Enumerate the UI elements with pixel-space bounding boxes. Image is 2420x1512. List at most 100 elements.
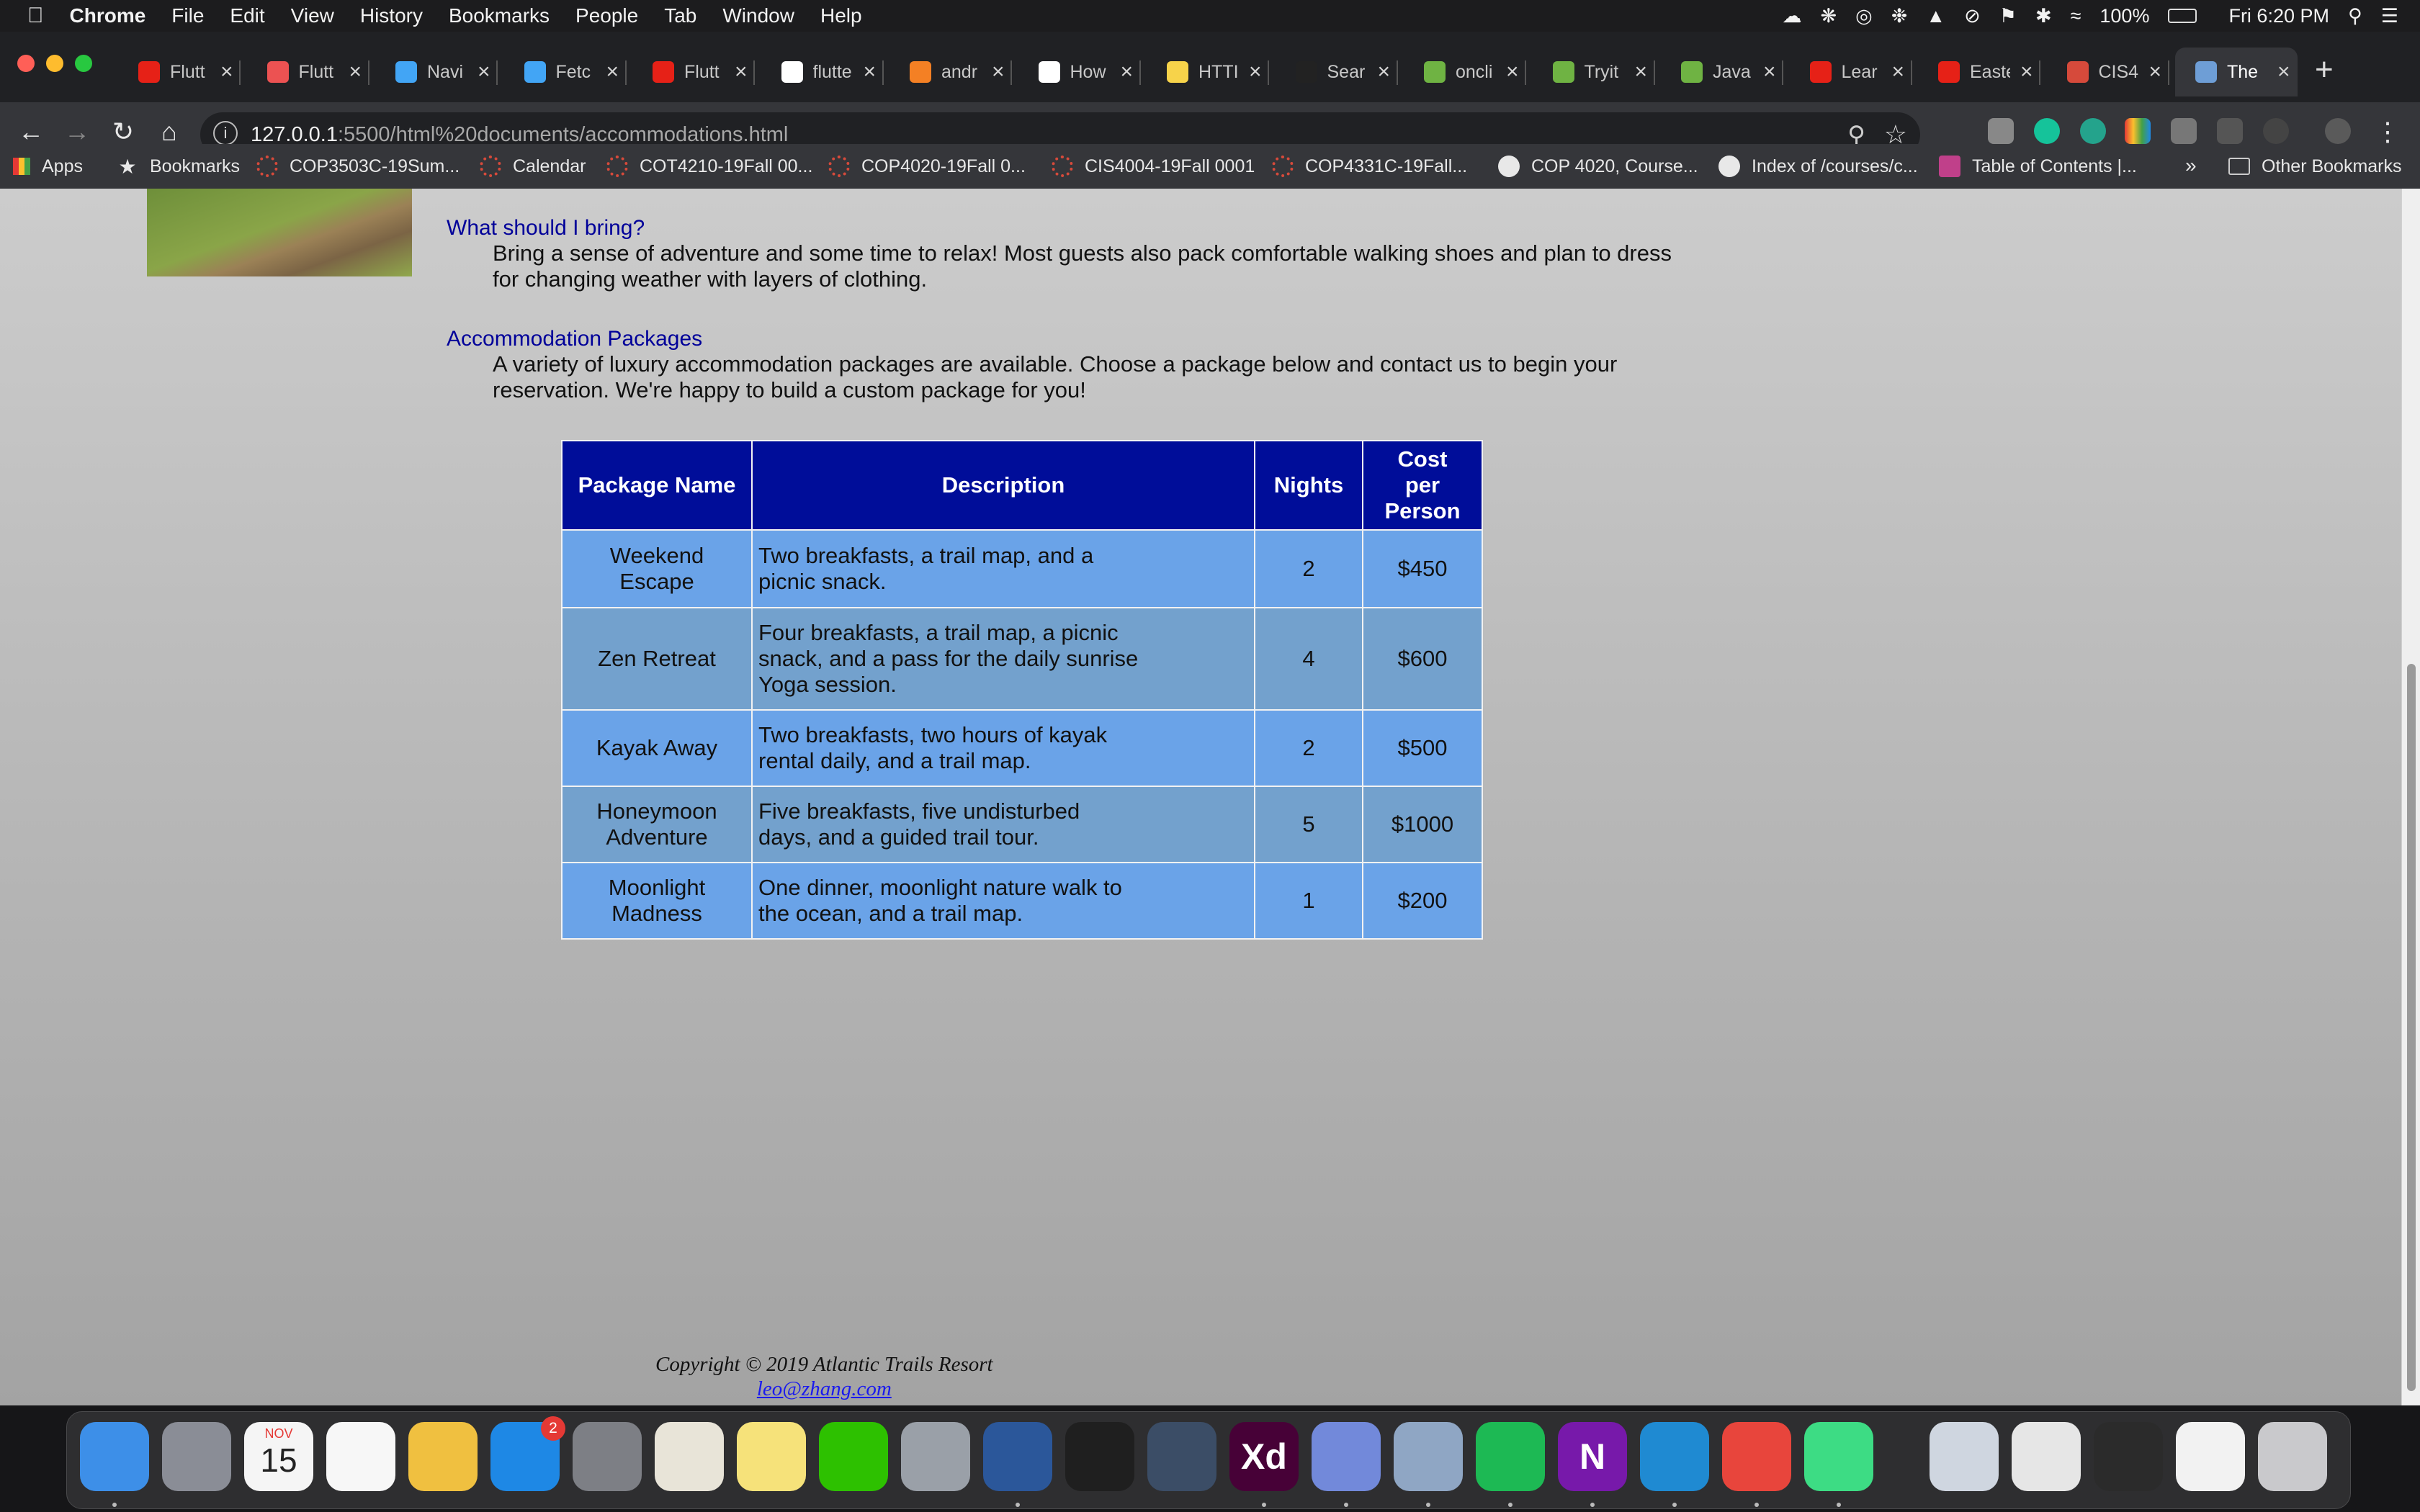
- browser-tab[interactable]: Fetc ×: [504, 48, 627, 96]
- close-tab-icon[interactable]: ×: [2277, 60, 2290, 84]
- settings-status-icon[interactable]: ❉: [1891, 5, 1908, 27]
- scrollbar-thumb[interactable]: [2407, 664, 2416, 1391]
- close-tab-icon[interactable]: ×: [1635, 60, 1648, 84]
- bookmark-item[interactable]: COP4331C-19Fall...: [1272, 144, 1467, 189]
- preview-icon[interactable]: [901, 1422, 970, 1491]
- bookmark-item[interactable]: COP3503C-19Sum...: [256, 144, 460, 189]
- extension-icon[interactable]: [1988, 118, 2014, 144]
- home-icon[interactable]: ⌂: [151, 117, 187, 147]
- close-tab-icon[interactable]: ×: [220, 60, 233, 84]
- browser-tab[interactable]: Flutt ×: [247, 48, 369, 96]
- site-info-icon[interactable]: i: [213, 121, 238, 145]
- system-preferences-icon[interactable]: [573, 1422, 642, 1491]
- grammarly-icon[interactable]: [2034, 118, 2060, 144]
- browser-tab[interactable]: Sear ×: [1276, 48, 1398, 96]
- window-thumbnail-icon[interactable]: [1930, 1422, 1999, 1491]
- profile-icon[interactable]: [2325, 118, 2351, 144]
- onenote-icon[interactable]: N: [1558, 1422, 1627, 1491]
- photos-icon[interactable]: [408, 1422, 478, 1491]
- menu-app-name[interactable]: Chrome: [70, 4, 146, 27]
- close-tab-icon[interactable]: ×: [992, 60, 1005, 84]
- discord-icon[interactable]: [1312, 1422, 1381, 1491]
- browser-tab[interactable]: oncli ×: [1404, 48, 1526, 96]
- new-tab-button[interactable]: +: [2315, 52, 2334, 88]
- chrome-menu-icon[interactable]: ⋮: [2370, 117, 2406, 147]
- close-window-button[interactable]: [17, 55, 35, 72]
- chrome-icon[interactable]: [1722, 1422, 1791, 1491]
- battery-percent[interactable]: 100%: [2099, 5, 2149, 27]
- browser-tab[interactable]: Flutt ×: [632, 48, 755, 96]
- bookmark-item[interactable]: COP 4020, Course...: [1498, 144, 1698, 189]
- menu-view[interactable]: View: [291, 4, 334, 27]
- email-link[interactable]: leo@zhang.com: [655, 1377, 993, 1401]
- browser-tab[interactable]: HTTI ×: [1147, 48, 1269, 96]
- cloud-upload-icon[interactable]: ☁: [1783, 5, 1802, 27]
- zoom-window-button[interactable]: [75, 55, 92, 72]
- close-tab-icon[interactable]: ×: [349, 60, 362, 84]
- bookmark-item[interactable]: Index of /courses/c...: [1718, 144, 1918, 189]
- window-thumbnail-icon[interactable]: [2176, 1422, 2245, 1491]
- menu-history[interactable]: History: [360, 4, 423, 27]
- finder-icon[interactable]: [80, 1422, 149, 1491]
- browser-tab[interactable]: Tryit ×: [1533, 48, 1655, 96]
- wechat-icon[interactable]: [819, 1422, 888, 1491]
- app-store-icon[interactable]: 2: [490, 1416, 565, 1491]
- window-thumbnail-icon[interactable]: [2012, 1422, 2081, 1491]
- quicktime-icon[interactable]: [1147, 1422, 1216, 1491]
- apple-icon[interactable]: : [27, 4, 44, 28]
- calendar-icon[interactable]: NOV 15: [244, 1422, 313, 1491]
- bookmark-item[interactable]: COP4020-19Fall 0...: [828, 144, 1026, 189]
- browser-tab[interactable]: The ×: [2175, 48, 2298, 96]
- close-tab-icon[interactable]: ×: [735, 60, 748, 84]
- browser-tab[interactable]: andr ×: [889, 48, 1012, 96]
- bookmark-item[interactable]: Calendar: [480, 144, 586, 189]
- textedit-icon[interactable]: [655, 1422, 724, 1491]
- wappalyzer-icon[interactable]: [2217, 118, 2243, 144]
- spotify-icon[interactable]: [1476, 1422, 1545, 1491]
- close-tab-icon[interactable]: ×: [1378, 60, 1391, 84]
- minimize-window-button[interactable]: [46, 55, 63, 72]
- word-icon[interactable]: [983, 1422, 1052, 1491]
- terminal-icon[interactable]: [1065, 1422, 1134, 1491]
- bookmark-item[interactable]: Apps: [13, 144, 83, 189]
- browser-tab[interactable]: CIS4 ×: [2047, 48, 2169, 96]
- stickies-icon[interactable]: [737, 1422, 806, 1491]
- reminders-icon[interactable]: [326, 1422, 395, 1491]
- spotlight-search-icon[interactable]: ⚲: [2348, 5, 2362, 27]
- close-tab-icon[interactable]: ×: [1892, 60, 1905, 84]
- launchpad-icon[interactable]: [162, 1422, 231, 1491]
- browser-tab[interactable]: How ×: [1018, 48, 1141, 96]
- react-devtools-icon[interactable]: [2263, 118, 2289, 144]
- menu-help[interactable]: Help: [820, 4, 862, 27]
- pinwheel-icon[interactable]: ❋: [1821, 5, 1837, 27]
- forward-arrow-icon[interactable]: →: [59, 117, 95, 147]
- window-thumbnail-icon[interactable]: [2094, 1422, 2163, 1491]
- browser-tab[interactable]: flutte ×: [761, 48, 884, 96]
- creative-cloud-icon[interactable]: ◎: [1855, 5, 1873, 27]
- bookmarks-overflow-button[interactable]: »: [2185, 154, 2197, 177]
- close-tab-icon[interactable]: ×: [1506, 60, 1519, 84]
- bookmark-item[interactable]: CIS4004-19Fall 0001: [1052, 144, 1255, 189]
- reload-icon[interactable]: ↻: [105, 117, 141, 147]
- bookmark-item[interactable]: COT4210-19Fall 00...: [606, 144, 812, 189]
- clock[interactable]: Fri 6:20 PM: [2228, 5, 2329, 27]
- browser-tab[interactable]: Easte ×: [1918, 48, 2040, 96]
- dnd-icon[interactable]: ⊘: [1964, 5, 1981, 27]
- trash-icon[interactable]: [2258, 1422, 2327, 1491]
- bluetooth-icon[interactable]: ✱: [2035, 5, 2052, 27]
- close-tab-icon[interactable]: ×: [1121, 60, 1134, 84]
- wifi-icon[interactable]: ≈: [2071, 5, 2081, 27]
- browser-tab[interactable]: Flutt ×: [118, 48, 241, 96]
- image-capture-icon[interactable]: [1394, 1422, 1463, 1491]
- menu-file[interactable]: File: [171, 4, 204, 27]
- drive-extension-icon[interactable]: [2171, 118, 2197, 144]
- close-tab-icon[interactable]: ×: [606, 60, 619, 84]
- other-bookmarks[interactable]: Other Bookmarks: [2228, 144, 2402, 189]
- menu-bookmarks[interactable]: Bookmarks: [449, 4, 550, 27]
- input-flag-icon[interactable]: ⚑: [1999, 5, 2017, 27]
- color-picker-icon[interactable]: [2125, 118, 2151, 144]
- android-studio-icon[interactable]: [1804, 1422, 1873, 1491]
- bookmark-item[interactable]: Table of Contents |...: [1939, 144, 2137, 189]
- back-arrow-icon[interactable]: ←: [13, 117, 49, 147]
- browser-tab[interactable]: Lear ×: [1790, 48, 1912, 96]
